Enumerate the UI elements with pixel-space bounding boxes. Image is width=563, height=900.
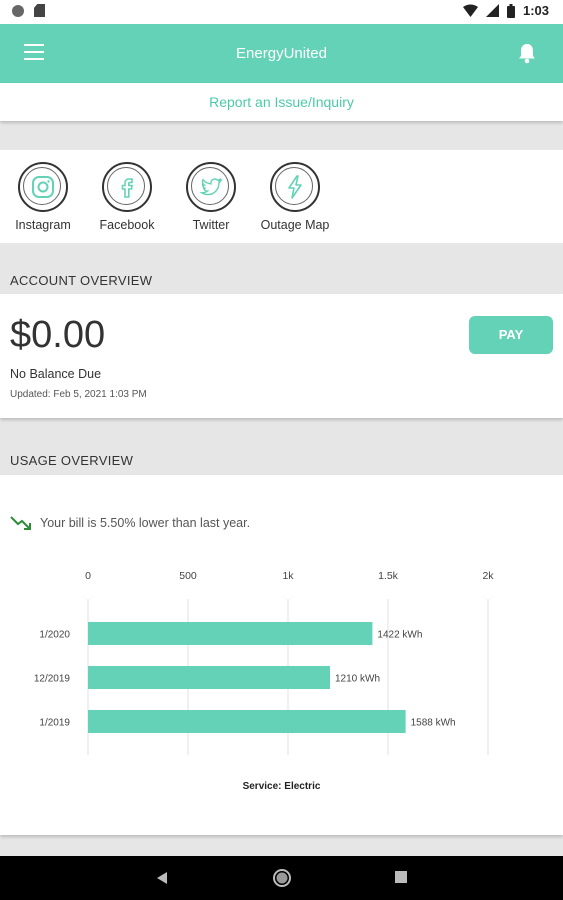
balance-amount: $0.00 xyxy=(10,314,106,356)
system-nav-bar xyxy=(0,856,563,900)
facebook-badge xyxy=(102,162,152,212)
x-tick-label: 1.5k xyxy=(378,570,399,582)
outage-map-link[interactable]: Outage Map xyxy=(255,162,335,232)
instagram-badge xyxy=(18,162,68,212)
twitter-icon xyxy=(199,177,223,196)
chart-caption: Service: Electric xyxy=(242,781,321,792)
usage-overview-card: Your bill is 5.50% lower than last year.… xyxy=(0,475,563,835)
usage-overview-heading: USAGE OVERVIEW xyxy=(10,453,134,468)
outage-map-badge xyxy=(270,162,320,212)
back-icon[interactable] xyxy=(155,870,169,886)
wifi-icon xyxy=(462,4,478,17)
x-tick-label: 0 xyxy=(85,570,91,582)
updated-timestamp: Updated: Feb 5, 2021 1:03 PM xyxy=(10,389,147,400)
bar-data-label: 1422 kWh xyxy=(377,630,422,641)
facebook-label: Facebook xyxy=(99,218,155,232)
pay-button[interactable]: PAY xyxy=(469,316,553,354)
y-category-label: 12/2019 xyxy=(34,674,71,685)
report-issue-link[interactable]: Report an Issue/Inquiry xyxy=(0,83,563,121)
home-icon[interactable] xyxy=(272,868,292,888)
usage-trend-text: Your bill is 5.50% lower than last year. xyxy=(40,516,251,530)
clock: 1:03 xyxy=(522,3,549,18)
recents-icon[interactable] xyxy=(395,871,407,883)
app-bar: EnergyUnited xyxy=(0,24,563,83)
signal-icon xyxy=(485,4,499,17)
bar-data-label: 1210 kWh xyxy=(335,674,380,685)
usage-trend: Your bill is 5.50% lower than last year. xyxy=(10,515,250,531)
y-category-label: 1/2020 xyxy=(39,630,70,641)
facebook-icon xyxy=(121,178,133,198)
twitter-label: Twitter xyxy=(192,218,230,232)
sd-card-icon xyxy=(34,4,45,17)
lightning-bolt-icon xyxy=(288,175,302,199)
app-title: EnergyUnited xyxy=(236,45,327,62)
account-overview-card: $0.00 No Balance Due Updated: Feb 5, 202… xyxy=(0,294,563,418)
battery-icon xyxy=(506,3,515,18)
balance-status: No Balance Due xyxy=(10,367,102,381)
x-tick-label: 500 xyxy=(179,570,197,582)
x-tick-label: 1k xyxy=(282,570,294,582)
bar xyxy=(88,710,406,733)
y-category-label: 1/2019 xyxy=(39,718,70,729)
bar xyxy=(88,666,330,689)
outage-map-label: Outage Map xyxy=(260,218,330,232)
instagram-icon xyxy=(32,176,54,198)
instagram-link[interactable]: Instagram xyxy=(3,162,83,232)
bar xyxy=(88,622,373,645)
twitter-badge xyxy=(186,162,236,212)
status-bar: 1:03 xyxy=(0,0,563,24)
trend-down-icon xyxy=(10,516,31,530)
bell-icon[interactable] xyxy=(517,42,537,64)
notification-dot-icon xyxy=(12,4,24,17)
facebook-link[interactable]: Facebook xyxy=(87,162,167,232)
instagram-label: Instagram xyxy=(15,218,71,232)
account-overview-heading: ACCOUNT OVERVIEW xyxy=(10,273,153,288)
bar-data-label: 1588 kWh xyxy=(411,718,456,729)
social-links-panel: Instagram Facebook Twitter Outage Map xyxy=(0,150,563,243)
twitter-link[interactable]: Twitter xyxy=(171,162,251,232)
x-tick-label: 2k xyxy=(482,570,494,582)
usage-chart: 0 500 1k 1.5k 2k 1/2020 1422 kWh 12/2019 1210 kW… xyxy=(34,570,494,755)
